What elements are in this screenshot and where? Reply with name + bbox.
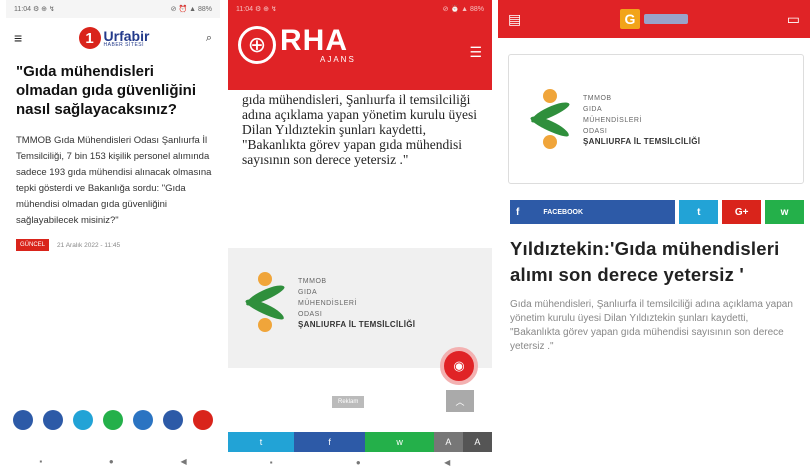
twitter-share-button[interactable]: t — [679, 200, 719, 224]
globe-icon: ⊕ — [238, 26, 276, 64]
share-bar: tfwAA — [228, 432, 492, 452]
font-increase-button[interactable]: A — [462, 432, 492, 452]
logo-name: Urfabir — [103, 27, 150, 44]
article-body: Gıda mühendisleri, Şanlıurfa il temsilci… — [510, 299, 793, 352]
category-badge[interactable]: GÜNCEL — [16, 239, 50, 251]
status-left: 11:04 ⚙ ⊕ ↯ — [236, 6, 277, 13]
site-logo[interactable]: 1 Urfabir HABER SİTESİ — [78, 27, 150, 49]
whatsapp-share-icon[interactable] — [103, 410, 123, 430]
scroll-top-button[interactable]: ︿ — [446, 390, 474, 412]
article-meta: GÜNCEL 21 Aralık 2022 - 11:45 — [6, 229, 220, 251]
article-image: TMMOB GIDA MÜHENDİSLERİ ODASI ŞANLIURFA … — [508, 54, 804, 184]
org-emblem-icon — [242, 272, 290, 332]
org-line-1: TMMOB — [298, 277, 327, 285]
back-icon[interactable]: ◀ — [180, 457, 186, 466]
screenshot-urfabir: 11:04 ⚙ ⊕ ↯ ⊘ ⏰ ▲ 88% ≡ 1 Urfabir HABER … — [6, 0, 220, 472]
article-title: Yıldıztekin:'Gıda mühendisleri alımı son… — [510, 238, 780, 285]
logo-mark-icon: G — [620, 9, 640, 29]
search-icon[interactable]: ⌕ — [206, 32, 212, 45]
googleplus-icon: G+ — [734, 206, 749, 218]
article-date: 21 Aralık 2022 - 11:45 — [57, 241, 121, 249]
facebook-icon: f — [516, 206, 520, 218]
telegram-share-icon[interactable] — [133, 410, 153, 430]
org-line-3: MÜHENDİSLERİ — [298, 299, 357, 307]
article-body: gıda mühendisleri, Şanlıurfa il temsilci… — [242, 92, 478, 167]
logo-number: 1 — [78, 27, 101, 49]
twitter-icon: t — [697, 206, 701, 218]
whatsapp-icon: w — [780, 206, 789, 218]
recent-apps-icon[interactable]: ▪ — [39, 457, 42, 466]
linkedin-share-icon[interactable] — [163, 410, 183, 430]
org-emblem-icon — [527, 89, 575, 149]
messenger-share-icon[interactable] — [43, 410, 63, 430]
status-bar: 11:04 ⚙ ⊕ ↯ ⊘ ⏰ ▲ 88% — [228, 0, 492, 18]
status-right: ⊘ ⏰ ▲ 88% — [442, 6, 484, 13]
status-right: ⊘ ⏰ ▲ 88% — [170, 6, 212, 13]
facebook-share-button[interactable]: f FACEBOOK — [510, 200, 676, 224]
org-line-5: ŞANLIURFA İL TEMSİLCİLİĞİ — [583, 136, 701, 146]
font-decrease-button[interactable]: A — [433, 432, 463, 452]
ad-label: Reklam — [332, 396, 365, 408]
share-bar — [6, 410, 220, 430]
org-logo: TMMOB GIDA MÜHENDİSLERİ ODASI ŞANLIURFA … — [242, 272, 415, 332]
site-header: 11:04 ⚙ ⊕ ↯ ⊘ ⏰ ▲ 88% ⊕ RHA AJANS ☰ — [228, 0, 492, 90]
org-logo: TMMOB GIDA MÜHENDİSLERİ ODASI ŞANLIURFA … — [527, 89, 700, 149]
recent-apps-icon[interactable]: ▪ — [270, 458, 273, 467]
org-line-3: MÜHENDİSLERİ — [583, 116, 642, 124]
twitter-share-button[interactable]: t — [228, 432, 294, 452]
logo-subtitle: HABER SİTESİ — [103, 41, 144, 48]
whatsapp-share-button[interactable]: w — [765, 200, 804, 224]
facebook-share-icon[interactable] — [13, 410, 33, 430]
article-body: TMMOB Gıda Mühendisleri Odası Şanlıurfa … — [16, 135, 212, 226]
logo-subtitle: AJANS — [320, 55, 356, 64]
menu-icon[interactable]: ▤ — [508, 11, 521, 28]
site-logo[interactable]: G — [620, 9, 688, 29]
article-title: "Gıda mühendisleri olmadan gıda güvenliğ… — [16, 63, 197, 118]
share-bar: f FACEBOOK t G+ w — [498, 200, 810, 224]
facebook-share-button[interactable]: f — [294, 432, 366, 452]
org-line-4: ODASI — [583, 127, 608, 135]
tv-icon[interactable]: ▭ — [787, 11, 800, 28]
screenshot-rha: 11:04 ⚙ ⊕ ↯ ⊘ ⏰ ▲ 88% ⊕ RHA AJANS ☰ gıda… — [228, 0, 492, 472]
whatsapp-share-button[interactable]: w — [365, 432, 434, 452]
org-line-5: ŞANLIURFA İL TEMSİLCİLİĞİ — [298, 319, 416, 329]
menu-icon[interactable]: ≡ — [14, 30, 22, 46]
org-line-1: TMMOB — [583, 94, 612, 102]
site-header: ≡ 1 Urfabir HABER SİTESİ ⌕ — [6, 18, 220, 58]
menu-icon[interactable]: ☰ — [469, 44, 482, 61]
back-icon[interactable]: ◀ — [444, 458, 450, 467]
android-nav-bar: ▪ ● ◀ — [6, 450, 220, 472]
screenshot-third-site: ▤ G ▭ TMMOB GIDA MÜHENDİSLERİ ODASI ŞANL… — [498, 0, 810, 472]
org-line-4: ODASI — [298, 310, 323, 318]
home-icon[interactable]: ● — [109, 457, 114, 466]
googleplus-share-button[interactable]: G+ — [722, 200, 762, 224]
notification-bell-button[interactable]: ◉ — [440, 347, 478, 385]
twitter-share-icon[interactable] — [73, 410, 93, 430]
home-icon[interactable]: ● — [356, 458, 361, 467]
status-bar: 11:04 ⚙ ⊕ ↯ ⊘ ⏰ ▲ 88% — [6, 0, 220, 18]
android-nav-bar: ▪ ● ◀ — [228, 452, 492, 472]
site-logo[interactable]: ⊕ RHA AJANS — [238, 26, 356, 64]
org-line-2: GIDA — [298, 288, 318, 296]
pinterest-share-icon[interactable] — [193, 410, 213, 430]
facebook-label: FACEBOOK — [543, 208, 584, 216]
logo-wordmark — [644, 14, 688, 24]
status-left: 11:04 ⚙ ⊕ ↯ — [14, 6, 55, 13]
site-header: ▤ G ▭ — [498, 0, 810, 38]
logo-name: RHA — [280, 24, 348, 57]
org-line-2: GIDA — [583, 105, 603, 113]
